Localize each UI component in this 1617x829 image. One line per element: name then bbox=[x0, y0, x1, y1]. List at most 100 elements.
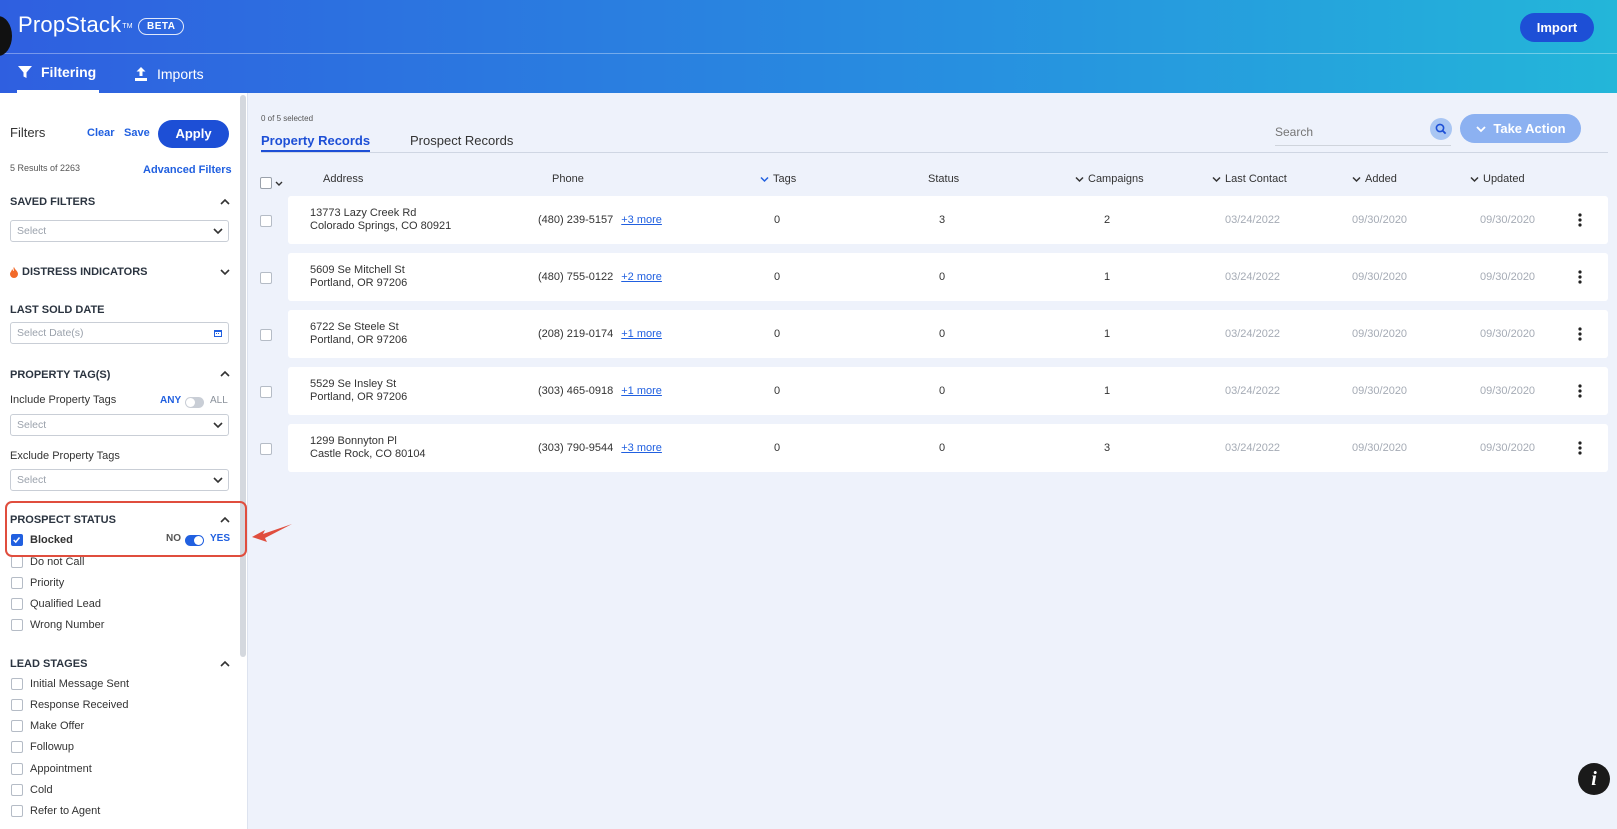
row-checkbox[interactable] bbox=[260, 329, 272, 341]
more-phones-link[interactable]: +1 more bbox=[621, 385, 662, 397]
search-input[interactable] bbox=[1275, 118, 1451, 146]
lead-stage-label: Appointment bbox=[30, 763, 92, 775]
lead-stage-cold[interactable]: Cold bbox=[11, 783, 53, 797]
address-line-1: 5529 Se Insley St bbox=[310, 378, 397, 390]
include-property-tags-select[interactable]: Select bbox=[10, 414, 229, 436]
checkbox[interactable] bbox=[11, 805, 23, 817]
lead-stage-followup[interactable]: Followup bbox=[11, 740, 74, 754]
column-added-label: Added bbox=[1365, 173, 1397, 185]
brand-logo[interactable]: PropStackTM bbox=[18, 12, 133, 38]
lead-stage-label: Response Received bbox=[30, 699, 129, 711]
take-action-button[interactable]: Take Action bbox=[1460, 114, 1581, 143]
chevron-up-icon[interactable] bbox=[220, 369, 230, 379]
chevron-down-icon[interactable] bbox=[220, 267, 230, 277]
column-address[interactable]: Address bbox=[323, 173, 363, 185]
kebab-menu-icon[interactable] bbox=[1578, 213, 1582, 227]
lead-stage-refer-to-agent[interactable]: Refer to Agent bbox=[11, 804, 100, 818]
checkbox[interactable] bbox=[11, 556, 23, 568]
row-campaigns: 1 bbox=[1103, 385, 1111, 397]
column-last-contact[interactable]: Last Contact bbox=[1212, 173, 1287, 185]
search-icon bbox=[1435, 123, 1447, 135]
lead-stage-response-received[interactable]: Response Received bbox=[11, 698, 128, 712]
last-sold-date-picker[interactable]: Select Date(s) bbox=[10, 322, 229, 344]
save-link[interactable]: Save bbox=[124, 127, 150, 139]
checkbox[interactable] bbox=[11, 741, 23, 753]
row-checkbox[interactable] bbox=[260, 272, 272, 284]
checkbox[interactable] bbox=[11, 720, 23, 732]
tab-filtering[interactable]: Filtering bbox=[17, 54, 99, 93]
row-checkbox[interactable] bbox=[260, 443, 272, 455]
clear-link[interactable]: Clear bbox=[87, 127, 115, 139]
import-button[interactable]: Import bbox=[1520, 13, 1594, 42]
checkbox[interactable] bbox=[11, 598, 23, 610]
lead-stage-label: Make Offer bbox=[30, 720, 85, 732]
lead-stage-initial-message-sent[interactable]: Initial Message Sent bbox=[11, 677, 129, 691]
row-checkbox[interactable] bbox=[260, 215, 272, 227]
beta-badge: BETA bbox=[138, 18, 185, 35]
kebab-menu-icon[interactable] bbox=[1578, 270, 1582, 284]
checkbox[interactable] bbox=[11, 699, 23, 711]
lead-stage-appointment[interactable]: Appointment bbox=[11, 762, 92, 776]
more-phones-link[interactable]: +2 more bbox=[621, 271, 662, 283]
search-button[interactable] bbox=[1430, 118, 1452, 140]
chevron-down-icon[interactable] bbox=[275, 180, 283, 188]
row-status: 3 bbox=[938, 214, 946, 226]
prospect-status-do-not-call[interactable]: Do not Call bbox=[11, 555, 84, 569]
checkbox[interactable] bbox=[11, 619, 23, 631]
lead-stage-make-offer[interactable]: Make Offer bbox=[11, 719, 84, 733]
phone-number: (303) 790-9544 bbox=[538, 442, 614, 454]
saved-filters-select[interactable]: Select bbox=[10, 220, 229, 242]
prospect-status-wrong-number[interactable]: Wrong Number bbox=[11, 618, 104, 632]
checkbox[interactable] bbox=[11, 763, 23, 775]
row-updated: 09/30/2020 bbox=[1480, 271, 1536, 283]
row-address: 13773 Lazy Creek Rd Colorado Springs, CO … bbox=[310, 207, 451, 233]
header-top-bar bbox=[0, 0, 1617, 54]
checkbox[interactable] bbox=[11, 577, 23, 589]
apply-button[interactable]: Apply bbox=[158, 120, 229, 148]
column-status[interactable]: Status bbox=[928, 173, 959, 185]
exclude-property-tags-label: Exclude Property Tags bbox=[10, 450, 120, 462]
tab-property-records[interactable]: Property Records bbox=[261, 133, 371, 153]
table-row[interactable] bbox=[288, 310, 1608, 358]
table-row[interactable] bbox=[288, 367, 1608, 415]
prospect-status-priority[interactable]: Priority bbox=[11, 576, 64, 590]
column-tags-label: Tags bbox=[773, 173, 797, 185]
column-updated[interactable]: Updated bbox=[1470, 173, 1525, 185]
info-icon[interactable]: i bbox=[1578, 763, 1610, 795]
row-updated: 09/30/2020 bbox=[1480, 214, 1536, 226]
address-line-1: 13773 Lazy Creek Rd bbox=[310, 207, 417, 219]
table-row[interactable] bbox=[288, 196, 1608, 244]
column-campaigns[interactable]: Campaigns bbox=[1075, 173, 1144, 185]
more-phones-link[interactable]: +3 more bbox=[621, 442, 662, 454]
kebab-menu-icon[interactable] bbox=[1578, 327, 1582, 341]
table-row[interactable] bbox=[288, 424, 1608, 472]
checkbox[interactable] bbox=[11, 784, 23, 796]
column-updated-label: Updated bbox=[1483, 173, 1525, 185]
column-tags[interactable]: Tags bbox=[760, 173, 796, 185]
highlight-annotation-box bbox=[5, 501, 247, 557]
tab-prospect-records[interactable]: Prospect Records bbox=[410, 133, 513, 148]
kebab-menu-icon[interactable] bbox=[1578, 384, 1582, 398]
row-checkbox[interactable] bbox=[260, 386, 272, 398]
chevron-down-icon bbox=[1352, 176, 1361, 182]
checkbox[interactable] bbox=[11, 678, 23, 690]
prospect-status-qualified-lead[interactable]: Qualified Lead bbox=[11, 597, 101, 611]
chevron-up-icon[interactable] bbox=[220, 659, 230, 669]
more-phones-link[interactable]: +1 more bbox=[621, 328, 662, 340]
annotation-arrow-icon bbox=[252, 524, 292, 542]
exclude-property-tags-select[interactable]: Select bbox=[10, 469, 229, 491]
chevron-up-icon[interactable] bbox=[220, 197, 230, 207]
advanced-filters-link[interactable]: Advanced Filters bbox=[143, 164, 232, 176]
row-status: 0 bbox=[938, 442, 946, 454]
upload-icon bbox=[135, 66, 147, 81]
exclude-tags-placeholder: Select bbox=[17, 474, 47, 486]
kebab-menu-icon[interactable] bbox=[1578, 441, 1582, 455]
more-phones-link[interactable]: +3 more bbox=[621, 214, 662, 226]
tab-imports[interactable]: Imports bbox=[133, 54, 204, 93]
column-phone[interactable]: Phone bbox=[552, 173, 584, 185]
sidebar-scrollbar[interactable] bbox=[240, 95, 246, 657]
any-all-toggle[interactable] bbox=[185, 397, 204, 408]
column-added[interactable]: Added bbox=[1352, 173, 1397, 185]
select-all-checkbox[interactable] bbox=[260, 177, 272, 189]
table-row[interactable] bbox=[288, 253, 1608, 301]
